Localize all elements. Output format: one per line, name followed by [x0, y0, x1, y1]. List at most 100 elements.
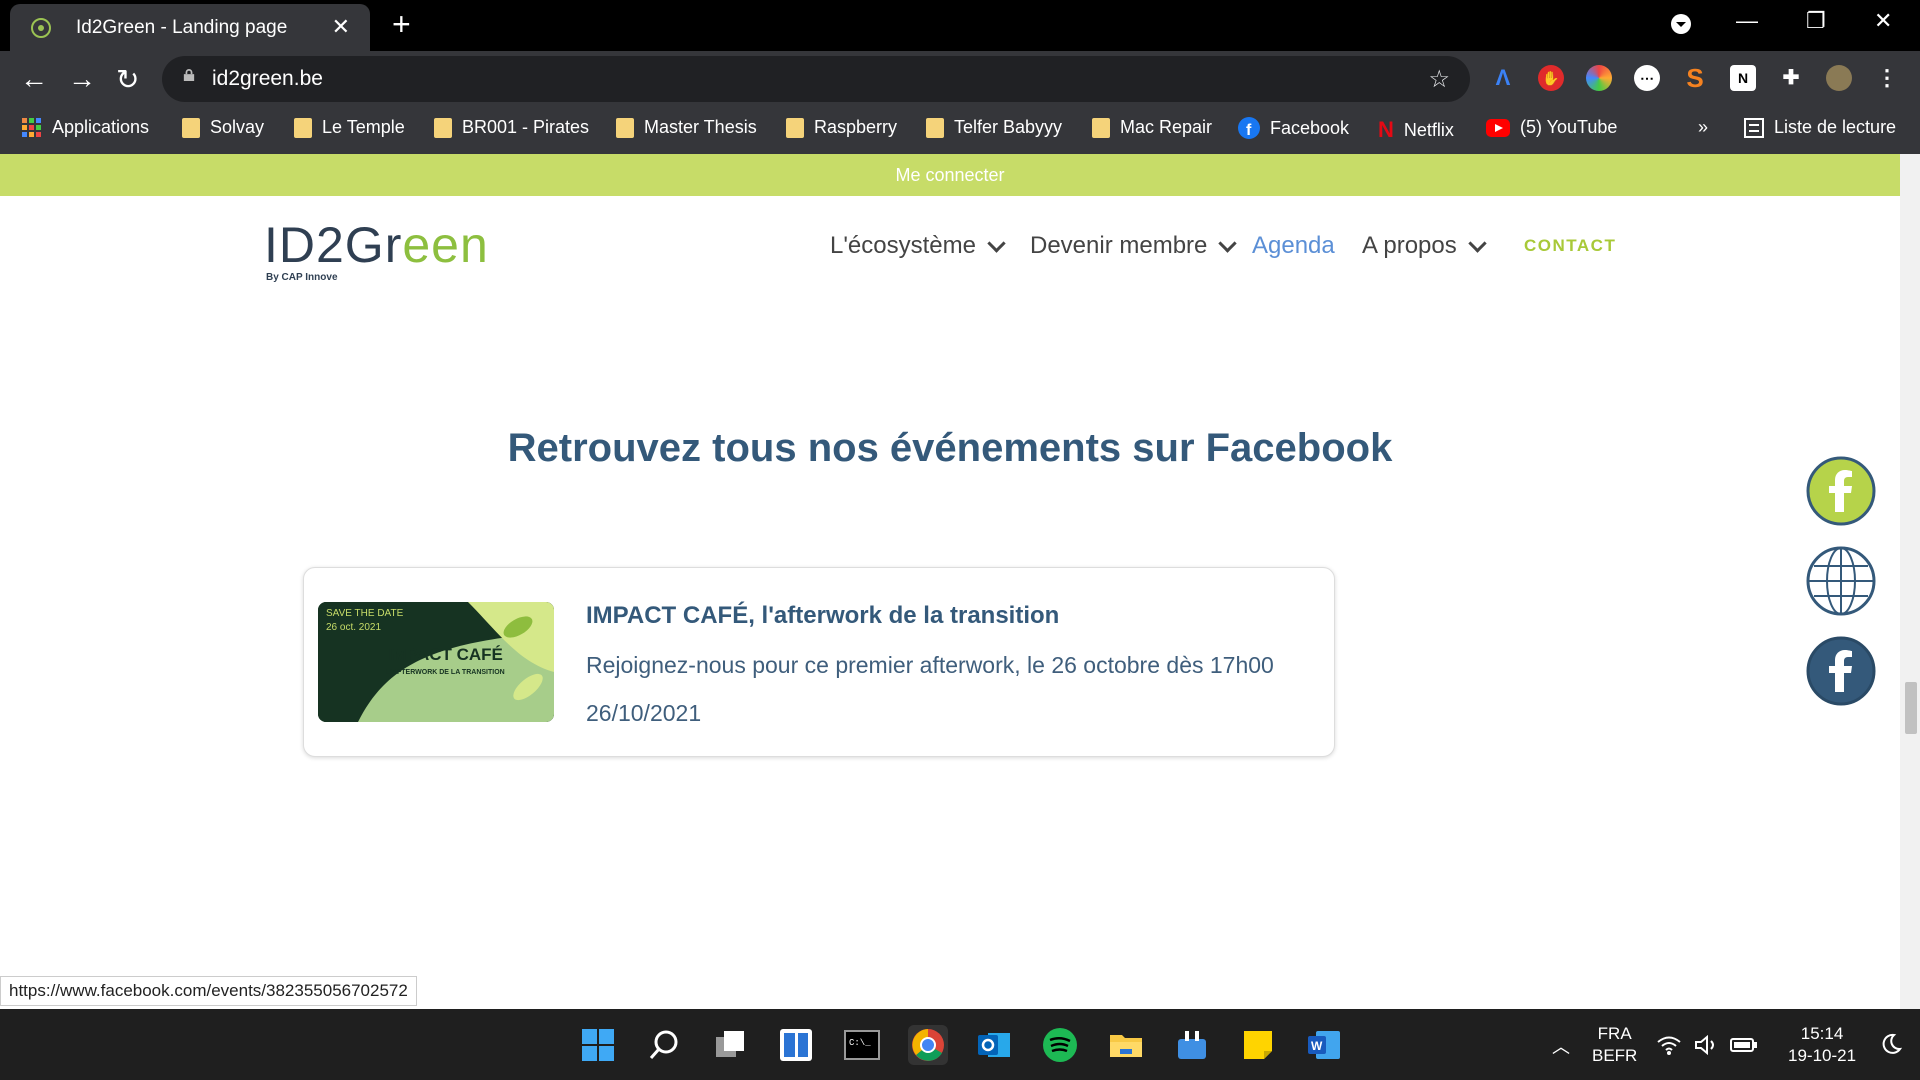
chevron-down-icon — [1218, 233, 1238, 253]
logo-text: ID2Green — [264, 217, 489, 273]
logo-text-accent: een — [402, 217, 489, 273]
more-bookmarks-label: » — [1698, 117, 1709, 137]
extension-dots-icon[interactable]: ⋯ — [1634, 65, 1660, 91]
nav-ecosysteme[interactable]: L'écosystème — [830, 232, 1006, 260]
bookmark-br001[interactable]: BR001 - Pirates — [434, 117, 589, 138]
file-explorer-icon[interactable] — [1106, 1025, 1146, 1065]
bookmark-youtube[interactable]: (5) YouTube — [1486, 117, 1617, 138]
logo-tagline: By CAP Innove — [266, 272, 338, 283]
bookmark-label: Master Thesis — [644, 117, 757, 137]
nav-a-propos[interactable]: A propos — [1362, 232, 1487, 260]
tab-strip: Id2Green - Landing page ✕ + — ❐ ✕ — [0, 0, 1920, 51]
contact-link[interactable]: CONTACT — [1524, 236, 1616, 256]
bookmark-facebook[interactable]: f Facebook — [1238, 117, 1349, 139]
close-tab-icon[interactable]: ✕ — [332, 14, 350, 40]
bookmark-applications[interactable]: Applications — [22, 117, 149, 138]
spotify-icon[interactable] — [1040, 1025, 1080, 1065]
folder-icon — [786, 117, 804, 138]
apps-grid-icon — [22, 117, 41, 137]
window-close-icon[interactable]: ✕ — [1874, 8, 1892, 34]
browser-menu-icon[interactable]: ⋮ — [1874, 65, 1900, 91]
word-icon[interactable]: W — [1304, 1025, 1344, 1065]
bookmark-label: Telfer Babyyy — [954, 117, 1063, 137]
language-code: FRA — [1597, 1024, 1632, 1043]
extensions-puzzle-icon[interactable]: ✚ — [1778, 65, 1804, 91]
nav-agenda[interactable]: Agenda — [1252, 232, 1335, 260]
profile-menu-icon[interactable] — [1670, 13, 1692, 35]
globe-icon[interactable] — [1806, 546, 1876, 616]
folder-icon — [1092, 117, 1110, 138]
minimize-icon[interactable]: — — [1736, 8, 1758, 34]
event-thumbnail[interactable]: SAVE THE DATE 26 oct. 2021 IMPACT CAFÉ L… — [318, 602, 554, 722]
facebook-share-blue-icon[interactable] — [1806, 636, 1876, 706]
event-thumbnail-art: SAVE THE DATE 26 oct. 2021 IMPACT CAFÉ L… — [318, 602, 554, 722]
site-logo[interactable]: ID2Green By CAP Innove — [264, 216, 489, 283]
thumb-title: IMPACT CAFÉ — [388, 645, 503, 664]
windows-start-icon[interactable] — [578, 1025, 618, 1065]
page-scrollbar[interactable] — [1900, 154, 1920, 1009]
notion-icon[interactable]: N — [1730, 65, 1756, 91]
adblock-icon[interactable]: ✋ — [1538, 65, 1564, 91]
extension-color-icon[interactable] — [1586, 65, 1612, 91]
clock-date: 19-10-21 — [1788, 1046, 1857, 1065]
web-page: Me connecter ID2Green By CAP Innove L'éc… — [0, 154, 1900, 1009]
netflix-icon: N — [1378, 117, 1394, 142]
search-icon[interactable] — [644, 1025, 684, 1065]
event-title[interactable]: IMPACT CAFÉ, l'afterwork de la transitio… — [586, 602, 1059, 630]
bookmarks-bar: Applications Solvay Le Temple BR001 - Pi… — [0, 108, 1920, 154]
clock[interactable]: 15:14 19-10-21 — [1788, 1023, 1856, 1067]
login-link[interactable]: Me connecter — [895, 165, 1004, 185]
bookmark-star-icon[interactable]: ☆ — [1428, 65, 1450, 94]
bookmark-telfer[interactable]: Telfer Babyyy — [926, 117, 1062, 138]
outlook-icon[interactable] — [974, 1025, 1014, 1065]
reading-list-button[interactable]: Liste de lecture — [1744, 117, 1896, 138]
bookmark-le-temple[interactable]: Le Temple — [294, 117, 405, 138]
folder-icon — [182, 117, 200, 138]
extension-s-icon[interactable]: S — [1682, 65, 1708, 91]
url-text: id2green.be — [212, 67, 323, 90]
new-tab-icon[interactable]: + — [392, 6, 411, 43]
back-icon[interactable]: ← — [20, 63, 48, 95]
lock-icon — [183, 69, 195, 81]
restore-icon[interactable]: ❐ — [1806, 8, 1826, 34]
bookmark-label: BR001 - Pirates — [462, 117, 590, 137]
tray-overflow-icon[interactable]: ︿ — [1552, 1033, 1570, 1059]
bookmark-netflix[interactable]: N Netflix — [1378, 117, 1454, 143]
scrollbar-thumb[interactable] — [1905, 682, 1917, 734]
sticky-notes-icon[interactable] — [1238, 1025, 1278, 1065]
chrome-icon[interactable] — [908, 1025, 948, 1065]
nav-label: Agenda — [1252, 232, 1335, 259]
battery-icon[interactable] — [1730, 1036, 1758, 1054]
nav-label: A propos — [1362, 232, 1457, 259]
bookmark-label: Mac Repair — [1120, 117, 1213, 137]
volume-icon[interactable] — [1694, 1035, 1718, 1055]
browser-tab[interactable]: Id2Green - Landing page ✕ — [10, 4, 370, 51]
forward-icon[interactable]: → — [68, 63, 96, 95]
facebook-share-green-icon[interactable] — [1806, 456, 1876, 526]
event-card[interactable]: SAVE THE DATE 26 oct. 2021 IMPACT CAFÉ L… — [303, 567, 1335, 757]
address-bar[interactable]: id2green.be ☆ — [162, 56, 1470, 102]
svg-text:C:\_: C:\_ — [849, 1038, 871, 1048]
focus-moon-icon[interactable] — [1880, 1033, 1902, 1055]
bookmark-master-thesis[interactable]: Master Thesis — [616, 117, 757, 138]
folder-icon — [294, 117, 312, 138]
bookmark-solvay[interactable]: Solvay — [182, 117, 264, 138]
extension-a-icon[interactable]: Λ — [1490, 65, 1516, 91]
plug-app-icon[interactable] — [1172, 1025, 1212, 1065]
widgets-icon[interactable] — [776, 1025, 816, 1065]
nav-devenir-membre[interactable]: Devenir membre — [1030, 232, 1238, 260]
bookmark-raspberry[interactable]: Raspberry — [786, 117, 897, 138]
terminal-icon[interactable]: C:\_ — [842, 1025, 882, 1065]
bookmark-mac-repair[interactable]: Mac Repair — [1092, 117, 1212, 138]
task-view-icon[interactable] — [710, 1025, 750, 1065]
logo-text-part: ID2Gr — [264, 217, 403, 273]
more-bookmarks-button[interactable]: » — [1698, 117, 1708, 138]
bookmark-label: Applications — [52, 117, 150, 137]
avatar[interactable] — [1826, 65, 1852, 91]
bookmark-label: Netflix — [1403, 119, 1454, 140]
input-language[interactable]: FRA BEFR — [1592, 1023, 1637, 1067]
folder-icon — [926, 117, 944, 138]
wifi-icon[interactable] — [1656, 1035, 1682, 1055]
windows-taskbar: C:\_ W ︿ FRA BEFR 15:14 19-10-21 — [0, 1009, 1920, 1080]
reload-icon[interactable]: ↻ — [116, 63, 139, 96]
